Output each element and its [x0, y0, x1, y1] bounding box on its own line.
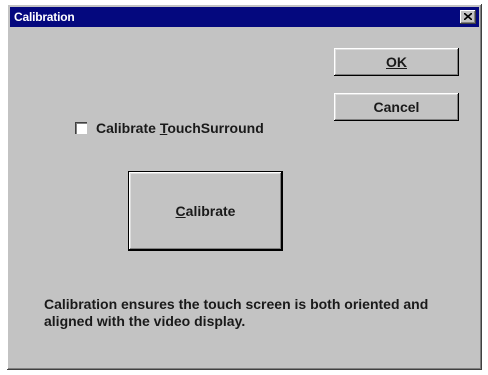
- calibrate-label-accel: C: [175, 203, 186, 219]
- ok-button-label: OK: [386, 54, 407, 70]
- calibrate-touchsurround-option[interactable]: Calibrate TouchSurround: [75, 118, 264, 138]
- checkbox-label: Calibrate TouchSurround: [96, 120, 264, 136]
- description-text: Calibration ensures the touch screen is …: [44, 296, 429, 329]
- calibrate-label-rest: alibrate: [185, 203, 236, 219]
- window-title: Calibration: [14, 10, 75, 24]
- close-button[interactable]: [460, 10, 476, 24]
- close-icon: [464, 13, 472, 20]
- checkbox-label-before: Calibrate: [96, 120, 160, 136]
- checkbox-label-after: ouchSurround: [167, 120, 264, 136]
- cancel-button-label: Cancel: [373, 99, 420, 115]
- calibrate-button-label: Calibrate: [176, 203, 236, 219]
- title-bar[interactable]: Calibration: [10, 7, 479, 27]
- ok-button[interactable]: OK: [334, 48, 459, 76]
- calibrate-button[interactable]: Calibrate: [128, 171, 283, 251]
- cancel-button[interactable]: Cancel: [334, 93, 459, 121]
- calibrate-touchsurround-checkbox[interactable]: [75, 122, 87, 134]
